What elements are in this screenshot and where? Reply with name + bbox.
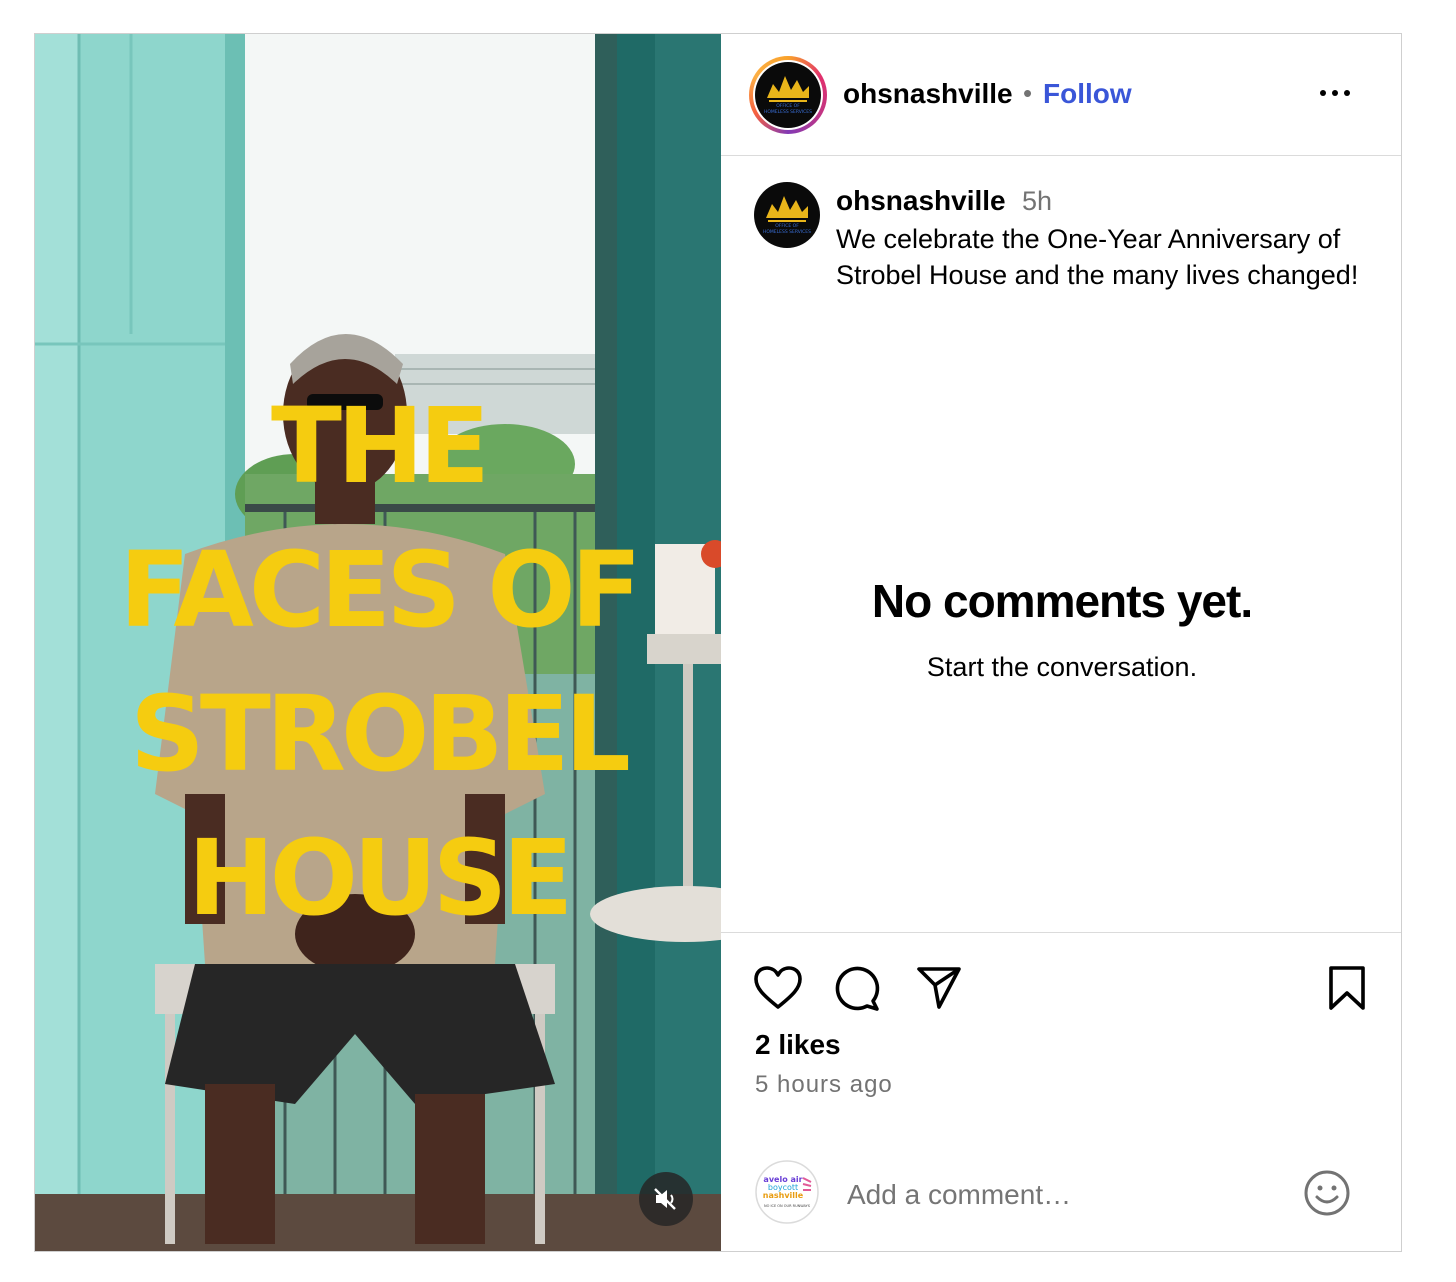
heart-icon[interactable]: [753, 965, 803, 1011]
caption-time[interactable]: 5h: [1022, 186, 1052, 217]
caption-text: We celebrate the One-Year Anniversary of…: [836, 224, 1359, 290]
profile-avatar[interactable]: OFFICE OF HOMELESS SERVICES: [749, 56, 827, 134]
emoji-icon[interactable]: [1303, 1169, 1351, 1217]
no-comments-subtitle: Start the conversation.: [926, 652, 1198, 682]
post-video[interactable]: THE FACES OF STROBEL HOUSE: [35, 34, 721, 1251]
header-username[interactable]: ohsnashville: [843, 78, 1013, 110]
svg-text:nashville: nashville: [763, 1191, 804, 1200]
post-actions: 2 likes 5 hours ago avelo air boycott na…: [721, 932, 1401, 1251]
svg-text:HOMELESS SERVICES: HOMELESS SERVICES: [763, 229, 811, 235]
add-comment-input[interactable]: [847, 1179, 1247, 1211]
header-separator: •: [1023, 78, 1033, 108]
more-options-icon[interactable]: [1315, 78, 1355, 108]
caption-avatar[interactable]: OFFICE OF HOMELESS SERVICES: [754, 182, 820, 248]
comment-icon[interactable]: [833, 965, 881, 1013]
post-sidebar: OFFICE OF HOMELESS SERVICES ohsnashville…: [721, 34, 1401, 1251]
no-comments-title: No comments yet.: [871, 575, 1253, 627]
post-timestamp[interactable]: 5 hours ago: [755, 1071, 893, 1099]
likes-count[interactable]: 2 likes: [755, 1029, 841, 1061]
bookmark-icon[interactable]: [1327, 965, 1367, 1011]
svg-text:HOMELESS SERVICES: HOMELESS SERVICES: [764, 109, 812, 115]
overlay-line: HOUSE: [187, 817, 574, 939]
share-icon[interactable]: [915, 965, 963, 1011]
speaker-muted-icon: [654, 1188, 676, 1210]
post-frame: THE FACES OF STROBEL HOUSE OFFICE OF HOM…: [34, 33, 1402, 1252]
mute-button[interactable]: [639, 1172, 693, 1226]
svg-text:OFFICE OF: OFFICE OF: [775, 223, 799, 229]
overlay-line: THE: [270, 385, 490, 507]
post-header: OFFICE OF HOMELESS SERVICES ohsnashville…: [721, 34, 1401, 156]
org-logo-icon: OFFICE OF HOMELESS SERVICES: [755, 62, 821, 128]
caption-username[interactable]: ohsnashville: [836, 185, 1006, 217]
video-overlay-title: THE FACES OF STROBEL HOUSE: [35, 374, 721, 950]
current-user-avatar: avelo air boycott nashville NO ICE ON OU…: [755, 1160, 819, 1224]
overlay-line: FACES OF: [119, 529, 642, 651]
follow-button[interactable]: Follow: [1043, 78, 1132, 110]
overlay-line: STROBEL: [130, 673, 631, 795]
svg-text:OFFICE OF: OFFICE OF: [776, 103, 800, 109]
svg-text:NO ICE ON OUR RUNWAYS: NO ICE ON OUR RUNWAYS: [764, 1204, 811, 1208]
